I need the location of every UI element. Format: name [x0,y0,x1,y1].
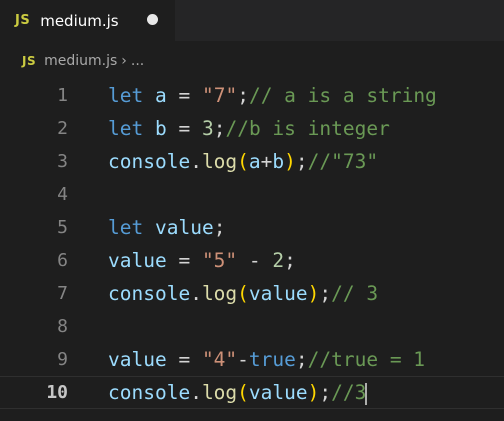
editor-window: JS medium.js JS medium.js › ... 1 let a =… [0,0,504,421]
code-editor[interactable]: 1 let a = "7";// a is a string 2 let b = 3;… [0,79,504,421]
code-token: ; [295,348,308,371]
code-token: ; [295,150,308,173]
line-number: 1 [57,85,68,106]
code-line[interactable]: 3 console.log(a+b);//"73" [0,145,504,178]
code-token: true [248,348,296,371]
code-token: = [166,348,202,371]
line-number: 9 [57,349,68,370]
code-token: value [108,348,167,371]
code-token: . [190,381,202,404]
code-token: ) [307,381,320,404]
line-number: 3 [57,151,68,172]
code-text: console.log(a+b);//"73" [108,145,378,178]
code-line[interactable]: 9 value = "4"-true;//true = 1 [0,343,504,376]
code-token: //true = 1 [307,348,426,371]
code-token: ) [284,150,296,173]
code-text: let b = 3;//b is integer [108,112,390,145]
text-cursor [365,382,368,405]
code-token: "7" [201,84,238,107]
code-token: let [108,117,144,140]
code-token: // 3 [331,282,379,305]
line-number: 7 [57,283,68,304]
code-token: let [108,84,144,107]
code-token: // a is a string [248,84,437,107]
code-token: log [201,282,238,305]
chevron-right-icon: › [121,53,127,69]
tab-medium-js[interactable]: JS medium.js [0,0,175,41]
tab-title: medium.js [40,11,119,30]
code-text: console.log(value);//3 [108,377,368,408]
code-line[interactable]: 1 let a = "7";// a is a string [0,79,504,112]
javascript-file-icon: JS [15,13,31,28]
code-token: a [154,84,167,107]
code-token: ; [319,381,332,404]
code-token: ) [307,282,320,305]
code-token: b [272,150,285,173]
code-line[interactable]: 10 console.log(value);//3 [0,376,504,409]
code-token: "5" [201,249,238,272]
code-line[interactable]: 4 [0,178,504,211]
code-token: value [108,249,167,272]
code-token: console [108,150,191,173]
code-token: ; [284,249,296,272]
code-token: ; [213,117,226,140]
line-number: 8 [57,316,68,337]
code-token: 3 [201,117,214,140]
code-token: = [166,249,202,272]
code-token: ; [319,282,332,305]
code-token: = [166,84,202,107]
code-text: value = "4"-true;//true = 1 [108,343,425,376]
line-number: 4 [57,184,68,205]
code-token: ( [237,282,249,305]
line-number: 2 [57,118,68,139]
code-token: . [190,150,202,173]
code-token: log [201,150,238,173]
line-number: 6 [57,250,68,271]
breadcrumb-file[interactable]: medium.js [44,53,117,69]
code-text: let a = "7";// a is a string [108,79,437,112]
javascript-file-icon: JS [22,54,37,68]
code-text: let value; [108,211,225,244]
breadcrumb-symbols[interactable]: ... [131,53,144,69]
code-line[interactable]: 6 value = "5" - 2; [0,244,504,277]
code-token: log [201,381,238,404]
code-token: "4" [201,348,238,371]
code-token: . [190,282,202,305]
code-token: value [248,282,308,305]
code-text: console.log(value);// 3 [108,277,378,310]
code-line[interactable]: 8 [0,310,504,343]
code-token: 2 [272,249,285,272]
code-token: //b is integer [225,117,390,140]
tab-bar: JS medium.js [0,0,504,41]
code-token: a [248,150,261,173]
code-token: console [108,282,191,305]
code-line[interactable]: 7 console.log(value);// 3 [0,277,504,310]
code-token: //3 [331,381,367,404]
code-token: ; [237,84,249,107]
line-number: 5 [57,217,68,238]
code-token: value [154,216,214,239]
code-token: - [237,249,273,272]
unsaved-dot-icon[interactable] [147,14,158,25]
code-token: //"73" [307,150,379,173]
code-text: value = "5" - 2; [108,244,296,277]
code-token: let [108,216,144,239]
code-token: console [108,381,191,404]
code-token: + [260,150,273,173]
code-token: b [154,117,167,140]
line-number: 10 [46,382,68,403]
code-token: ; [213,216,226,239]
code-line[interactable]: 5 let value; [0,211,504,244]
code-token: - [237,348,249,371]
code-token: ( [237,381,249,404]
breadcrumb: JS medium.js › ... [0,41,504,81]
code-token: = [166,117,202,140]
code-line[interactable]: 2 let b = 3;//b is integer [0,112,504,145]
code-token: ( [237,150,249,173]
code-token: value [248,381,308,404]
